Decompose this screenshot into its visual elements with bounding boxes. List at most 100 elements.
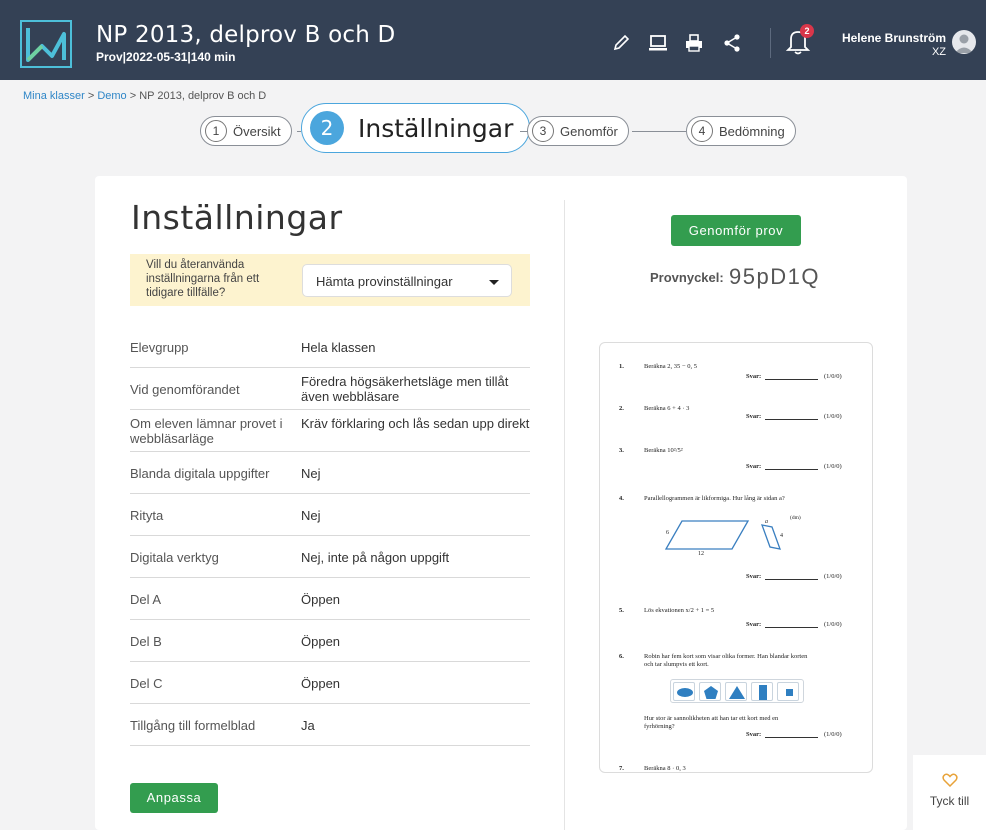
setting-label: Del A <box>130 592 162 607</box>
answer-label: Svar: <box>746 413 762 420</box>
answer-line <box>765 621 818 628</box>
answer-line <box>765 413 818 420</box>
square-card <box>777 682 799 701</box>
app-logo[interactable] <box>20 20 72 68</box>
question-number: 5. <box>619 607 624 614</box>
step-number: 2 <box>310 111 344 145</box>
question-points: (1/0/0) <box>824 463 842 470</box>
question-points: (1/0/0) <box>824 413 842 420</box>
setting-row-formelblad[interactable]: Tillgång till formelblad Ja <box>130 704 530 746</box>
breadcrumb-separator: > <box>129 90 137 102</box>
setting-label: Om eleven lämnar provet i webbläsarläge <box>130 416 283 446</box>
column-divider <box>564 200 565 830</box>
setting-value: Nej <box>301 466 321 481</box>
question-number: 4. <box>619 495 624 502</box>
question-points: (1/0/0) <box>824 373 842 380</box>
setting-row-elevgrupp[interactable]: Elevgrupp Hela klassen <box>130 326 530 368</box>
step-bedomning[interactable]: 4 Bedömning <box>686 116 796 146</box>
setting-label: Del C <box>130 676 163 691</box>
setting-row-vid-genomforandet[interactable]: Vid genomförandet Föredra högsäkerhetslä… <box>130 368 530 410</box>
step-genomfor[interactable]: 3 Genomför <box>527 116 629 146</box>
setting-row-digitala-verktyg[interactable]: Digitala verktyg Nej, inte på någon uppg… <box>130 536 530 578</box>
answer-line <box>765 463 818 470</box>
print-icon[interactable] <box>683 32 705 54</box>
question-text: Lös ekvationen x/2 + 1 = 5 <box>644 607 715 614</box>
setting-row-blanda-uppgifter[interactable]: Blanda digitala uppgifter Nej <box>130 452 530 494</box>
answer-line <box>765 731 818 738</box>
setting-value: Öppen <box>301 634 341 649</box>
step-label: Genomför <box>560 123 618 139</box>
answer-label: Svar: <box>746 463 762 470</box>
laptop-icon[interactable] <box>647 32 669 54</box>
step-number: 1 <box>205 120 227 142</box>
unit-label: (dm) <box>790 515 801 521</box>
avatar-icon[interactable] <box>952 30 976 54</box>
setting-label: Rityta <box>130 508 164 523</box>
setting-value: Kräv förklaring och lås sedan upp direkt <box>301 416 530 431</box>
test-key-label: Provnyckel: <box>650 270 724 285</box>
breadcrumb-separator: > <box>87 90 95 102</box>
setting-row-del-c[interactable]: Del C Öppen <box>130 662 530 704</box>
pentagon-card <box>699 682 721 701</box>
share-icon[interactable] <box>721 32 743 54</box>
question-text: Robin har fem kort som visar olika forme… <box>644 653 808 668</box>
setting-value: Föredra högsäkerhetsläge men tillåt även… <box>301 374 509 404</box>
breadcrumb: Mina klasser > Demo > NP 2013, delprov B… <box>23 90 266 102</box>
setting-row-lamnar-provet[interactable]: Om eleven lämnar provet i webbläsarläge … <box>130 410 530 452</box>
notification-badge: 2 <box>800 24 814 38</box>
question-number: 1. <box>619 363 624 370</box>
question-text: Hur stor är sannolikheten att han tar et… <box>644 715 779 730</box>
reuse-settings-dropdown[interactable]: Hämta provinställningar <box>302 264 512 297</box>
side-label-a: a <box>765 519 768 525</box>
setting-row-rityta[interactable]: Rityta Nej <box>130 494 530 536</box>
customize-button[interactable]: Anpassa <box>130 783 218 813</box>
setting-value: Nej, inte på någon uppgift <box>301 550 450 565</box>
question-points: (1/0/0) <box>824 573 842 580</box>
step-installningar[interactable]: 2 Inställningar <box>301 103 531 153</box>
test-preview[interactable]: 1. Beräkna 2, 35 − 0, 5 Svar: (1/0/0) 2.… <box>599 342 873 773</box>
answer-label: Svar: <box>746 373 762 380</box>
step-label: Bedömning <box>719 123 785 139</box>
rectangle-card <box>751 682 773 701</box>
question-text: Beräkna 10²/5² <box>644 447 683 454</box>
breadcrumb-current: NP 2013, delprov B och D <box>139 90 267 102</box>
top-bar: NP 2013, delprov B och D Prov|2022-05-31… <box>0 0 986 80</box>
setting-value: Öppen <box>301 592 341 607</box>
step-label: Översikt <box>233 123 281 139</box>
parallelogram-figure <box>664 520 782 550</box>
question-text: Beräkna 2, 35 − 0, 5 <box>644 363 697 370</box>
answer-line <box>765 373 818 380</box>
settings-heading: Inställningar <box>131 198 343 237</box>
setting-label: Vid genomförandet <box>130 382 240 397</box>
page-subtitle: Prov|2022-05-31|140 min <box>96 50 236 64</box>
user-name[interactable]: Helene Brunström <box>842 31 946 45</box>
setting-label: Digitala verktyg <box>130 550 219 565</box>
step-oversikt[interactable]: 1 Översikt <box>200 116 292 146</box>
step-label: Inställningar <box>358 113 514 143</box>
setting-label: Del B <box>130 634 162 649</box>
question-points: (1/0/0) <box>824 621 842 628</box>
reuse-settings-panel: Vill du återanvända inställningarna från… <box>130 254 530 306</box>
question-text: Parallellogrammen är likformiga. Hur lån… <box>644 495 785 502</box>
heart-icon <box>942 773 958 787</box>
test-key-value: 95pD1Q <box>729 264 820 289</box>
breadcrumb-link-mina-klasser[interactable]: Mina klasser <box>23 90 85 102</box>
question-text: Beräkna 8 · 0, 3 <box>644 765 686 772</box>
answer-line <box>765 573 818 580</box>
feedback-button[interactable]: Tyck till <box>913 755 986 830</box>
setting-row-del-a[interactable]: Del A Öppen <box>130 578 530 620</box>
breadcrumb-link-demo[interactable]: Demo <box>97 90 126 102</box>
triangle-card <box>725 682 747 701</box>
pencil-icon[interactable] <box>610 32 632 54</box>
step-number: 3 <box>532 120 554 142</box>
setting-value: Öppen <box>301 676 341 691</box>
setting-row-del-b[interactable]: Del B Öppen <box>130 620 530 662</box>
setting-label: Blanda digitala uppgifter <box>130 466 270 481</box>
run-test-button[interactable]: Genomför prov <box>671 215 801 246</box>
question-number: 6. <box>619 653 624 660</box>
setting-value: Nej <box>301 508 321 523</box>
question-text: Beräkna 6 + 4 · 3 <box>644 405 690 412</box>
shape-cards <box>670 679 804 703</box>
reuse-question: Vill du återanvända inställningarna från… <box>146 259 260 299</box>
ellipse-card <box>673 682 695 701</box>
